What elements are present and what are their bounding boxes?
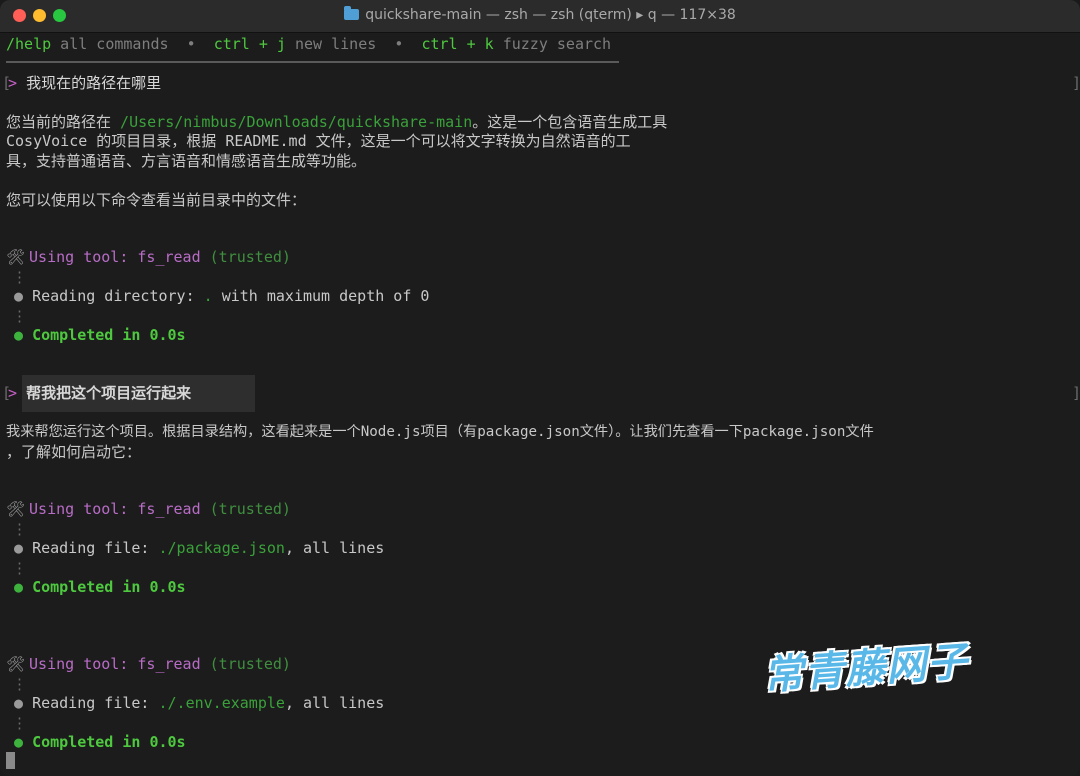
completed-text: Completed in 0.0s [32,326,186,344]
vertical-dots: ⋮ [12,520,27,538]
bullet-icon: ● [14,694,24,712]
prompt-marker: > [8,384,18,402]
watermark-logo: 常青藤网子 [761,638,970,700]
tool-read-line: ● Reading file: ./.env.example, all line… [14,694,384,713]
folder-icon [344,6,360,20]
text: 。这是一个包含语音生成工具 [472,113,668,131]
ctrl-k-shortcut: ctrl + k [421,35,494,53]
bullet-icon: ● [14,539,24,557]
read-target: . [203,287,213,305]
terminal-window: quickshare-main — zsh — zsh (qterm) ▸ q … [0,0,1080,776]
terminal-cursor [6,752,15,769]
text: , all lines [284,694,385,712]
tool-using-text: Using tool: fs_read [29,655,201,673]
tool-use-header: 🛠 Using tool: fs_read (trusted) [6,500,291,519]
tool-use-header: 🛠 Using tool: fs_read (trusted) [6,248,291,267]
tools-icon: 🛠 [6,500,26,518]
user-prompt-2: > 帮我把这个项目运行起来 [8,384,191,403]
tool-using-text: Using tool: fs_read [29,500,201,518]
user-message: 我现在的路径在哪里 [26,74,162,92]
tool-use-header: 🛠 Using tool: fs_read (trusted) [6,655,291,674]
tool-completed: ● Completed in 0.0s [14,326,186,345]
divider [6,61,619,63]
bracket-right: ] [1072,74,1080,93]
success-icon: ● [14,578,24,596]
ctrl-j-text: new lines [285,35,377,53]
text: Reading file: [32,694,159,712]
success-icon: ● [14,733,24,751]
window-title-text: quickshare-main — zsh — zsh (qterm) ▸ q … [365,7,736,23]
vertical-dots: ⋮ [12,559,27,577]
prompt-marker: > [8,74,18,92]
tool-read-line: ● Reading file: ./package.json, all line… [14,539,384,558]
text: with maximum depth of 0 [212,287,430,305]
text: Reading directory: [32,287,204,305]
vertical-dots: ⋮ [12,307,27,325]
user-prompt-1: > 我现在的路径在哪里 [8,74,161,93]
completed-text: Completed in 0.0s [32,578,186,596]
trusted-text: (trusted) [200,655,291,673]
window-title: quickshare-main — zsh — zsh (qterm) ▸ q … [0,6,1080,23]
tool-using-text: Using tool: fs_read [29,248,201,266]
tool-completed: ● Completed in 0.0s [14,578,186,597]
text: Reading file: [32,539,159,557]
bullet-icon: ● [14,287,24,305]
help-text: all commands [51,35,169,53]
ctrl-k-text: fuzzy search [493,35,612,53]
read-target: ./package.json [158,539,285,557]
assistant-line: ，了解如何启动它： [6,443,142,461]
vertical-dots: ⋮ [12,714,27,732]
bracket-right: ] [1072,384,1080,403]
tools-icon: 🛠 [6,248,26,266]
trusted-text: (trusted) [200,248,291,266]
assistant-line: 我来帮您运行这个项目。根据目录结构，这看起来是一个Node.js项目（有pack… [6,424,874,440]
title-bar: quickshare-main — zsh — zsh (qterm) ▸ q … [0,0,1080,33]
help-bar: /help all commands • ctrl + j new lines … [6,35,611,54]
help-command: /help [6,35,52,53]
success-icon: ● [14,326,24,344]
text: 您当前的路径在 [6,113,121,131]
read-target: ./.env.example [158,694,285,712]
tools-icon: 🛠 [6,655,26,673]
separator: • [168,35,214,53]
trusted-text: (trusted) [200,500,291,518]
vertical-dots: ⋮ [12,268,27,286]
assistant-line: 您可以使用以下命令查看当前目录中的文件： [6,191,307,209]
assistant-line: 您当前的路径在 /Users/nimbus/Downloads/quicksha… [6,113,667,132]
path-text: /Users/nimbus/Downloads/quickshare-main [120,113,473,131]
assistant-line: CosyVoice 的项目目录，根据 README.md 文件，这是一个可以将文… [6,132,631,150]
separator: • [376,35,422,53]
tool-read-line: ● Reading directory: . with maximum dept… [14,287,429,306]
ctrl-j-shortcut: ctrl + j [213,35,286,53]
completed-text: Completed in 0.0s [32,733,186,751]
text: , all lines [284,539,385,557]
assistant-line: 具，支持普通语音、方言语音和情感语音生成等功能。 [6,152,367,170]
tool-completed: ● Completed in 0.0s [14,733,186,752]
user-message: 帮我把这个项目运行起来 [26,384,192,402]
vertical-dots: ⋮ [12,675,27,693]
